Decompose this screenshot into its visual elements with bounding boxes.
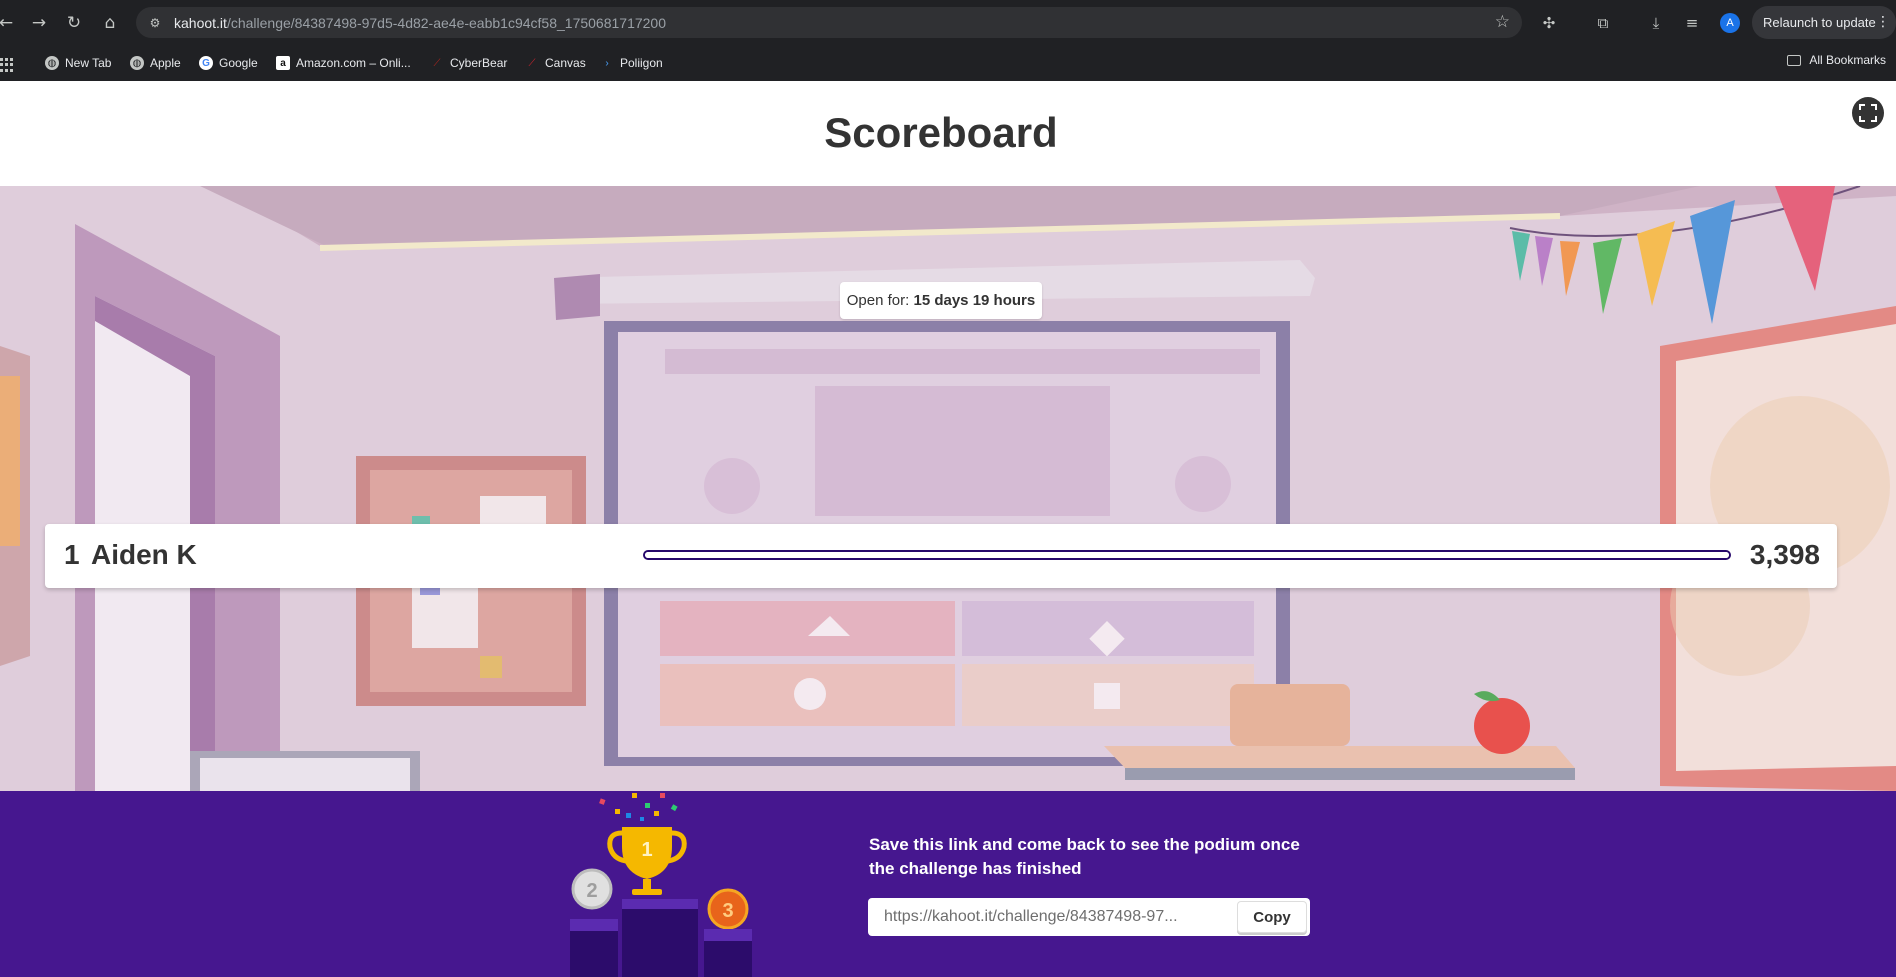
globe-icon: ◍ xyxy=(45,56,59,70)
url-text[interactable]: kahoot.it/challenge/84387498-97d5-4d82-a… xyxy=(174,15,666,31)
challenge-link-input[interactable] xyxy=(870,900,1234,934)
folder-icon xyxy=(1787,54,1802,66)
score-bar-fill xyxy=(645,552,1729,558)
bookmark-apple[interactable]: ◍ Apple xyxy=(130,53,181,73)
globe-icon: ◍ xyxy=(130,56,144,70)
podium-third-number: 3 xyxy=(722,900,733,922)
bookmark-label: Amazon.com – Onli... xyxy=(296,56,411,70)
save-link-message: Save this link and come back to see the … xyxy=(869,835,1300,878)
bookmark-label: Apple xyxy=(150,56,181,70)
url-host: kahoot.it xyxy=(174,15,227,31)
cyberbear-icon: ⟋ xyxy=(433,57,441,69)
podium-trophy-icon: 1 2 3 xyxy=(570,793,752,977)
bookmark-label: Canvas xyxy=(545,56,586,70)
classroom-background: Open for: 15 days 19 hours 1 Aiden K 3,3… xyxy=(0,186,1896,791)
podium-first-number: 1 xyxy=(641,839,652,861)
bookmark-amazon[interactable]: a Amazon.com – Onli... xyxy=(276,53,411,73)
url-path: /challenge/84387498-97d5-4d82-ae4e-eabb1… xyxy=(226,15,666,31)
back-icon[interactable]: ← xyxy=(0,11,18,35)
fullscreen-button[interactable] xyxy=(1852,97,1884,129)
home-icon[interactable]: ⌂ xyxy=(98,11,122,35)
bookmark-label: CyberBear xyxy=(450,56,508,70)
page-header: Scoreboard xyxy=(0,81,1896,186)
forward-icon[interactable]: → xyxy=(27,11,51,35)
classroom-illustration xyxy=(0,186,1896,791)
menu-dots-icon: ⋮ xyxy=(1876,14,1890,30)
player-score: 3,398 xyxy=(1749,539,1820,570)
kahoot-page: Scoreboard Open for: 15 days 19 hours 1 … xyxy=(0,81,1896,977)
page-title: Scoreboard xyxy=(824,109,1058,156)
bookmark-poliigon[interactable]: › Poliigon xyxy=(600,53,663,73)
open-for-value: 15 days 19 hours xyxy=(913,292,1036,309)
google-icon: G xyxy=(199,56,213,70)
player-rank: 1 xyxy=(64,539,80,570)
extensions-icon[interactable]: ✣ xyxy=(1537,11,1561,35)
download-icon[interactable]: ⤓ xyxy=(1644,11,1668,35)
address-bar[interactable]: ⚙ kahoot.it/challenge/84387498-97d5-4d82… xyxy=(136,7,1522,38)
apps-grid-icon[interactable] xyxy=(0,58,14,72)
score-bar xyxy=(643,550,1731,560)
open-for-label: Open for: xyxy=(846,292,910,309)
browser-chrome: ← → ↻ ⌂ ⚙ kahoot.it/challenge/84387498-9… xyxy=(0,0,1896,81)
bookmark-label: New Tab xyxy=(65,56,112,70)
bookmark-label: Google xyxy=(219,56,258,70)
browser-toolbar: ← → ↻ ⌂ ⚙ kahoot.it/challenge/84387498-9… xyxy=(0,0,1896,45)
fullscreen-icon xyxy=(1859,104,1877,122)
bookmark-label: Poliigon xyxy=(620,56,663,70)
bookmarks-bar: ◍ New Tab ◍ Apple G Google a Amazon.com … xyxy=(0,45,1896,81)
player-name: Aiden K xyxy=(91,539,197,570)
amazon-icon: a xyxy=(276,56,290,70)
profile-avatar[interactable]: A xyxy=(1720,13,1740,33)
site-info-icon[interactable]: ⚙ xyxy=(146,14,164,32)
leaderboard-row: 1 Aiden K 3,398 xyxy=(45,524,1837,588)
challenge-link-box: Copy xyxy=(868,898,1310,936)
bookmark-star-icon[interactable]: ☆ xyxy=(1495,12,1510,32)
poliigon-icon: › xyxy=(605,57,609,69)
reload-icon[interactable]: ↻ xyxy=(62,11,86,35)
tab-search-icon[interactable]: ⧉ xyxy=(1591,11,1615,35)
media-control-icon[interactable]: ≡ xyxy=(1680,11,1704,35)
canvas-icon: ⟋ xyxy=(528,57,536,69)
all-bookmarks-label: All Bookmarks xyxy=(1809,53,1886,67)
podium-footer: 1 2 3 Save this link and come back to se… xyxy=(0,791,1896,977)
bookmark-cyberbear[interactable]: ⟋ CyberBear xyxy=(430,53,508,73)
bookmark-new-tab[interactable]: ◍ New Tab xyxy=(45,53,111,73)
relaunch-label: Relaunch to update xyxy=(1763,15,1876,30)
copy-button[interactable]: Copy xyxy=(1237,901,1307,933)
podium-second-number: 2 xyxy=(586,880,597,902)
relaunch-button[interactable]: Relaunch to update ⋮ xyxy=(1752,6,1896,39)
bookmark-google[interactable]: G Google xyxy=(199,53,258,73)
all-bookmarks-button[interactable]: All Bookmarks xyxy=(1787,53,1886,67)
open-duration-badge: Open for: 15 days 19 hours xyxy=(840,282,1042,319)
bookmark-canvas[interactable]: ⟋ Canvas xyxy=(525,53,586,73)
